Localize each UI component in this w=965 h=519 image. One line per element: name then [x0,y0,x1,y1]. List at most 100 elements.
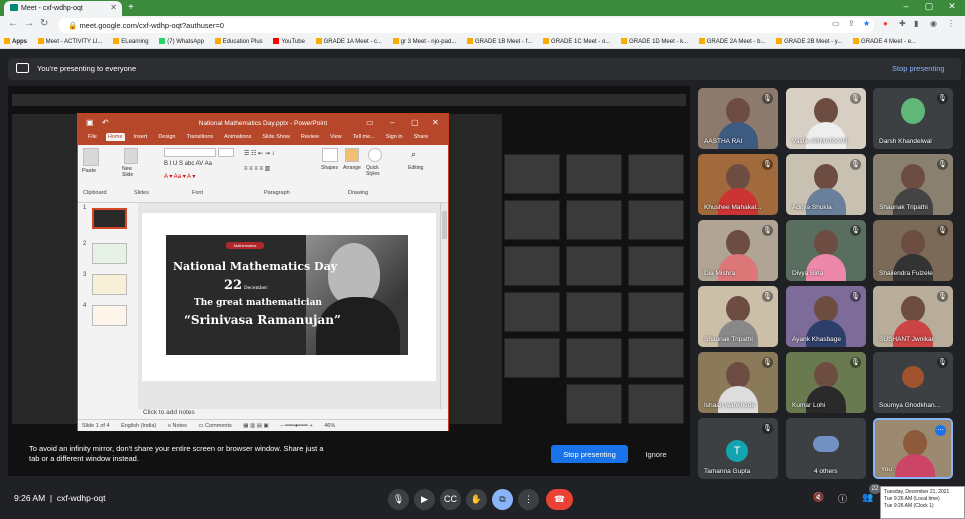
end-call-icon[interactable]: ☎ [546,489,573,510]
profile-icon[interactable]: ◉ [930,19,937,28]
bookmark-item[interactable]: GRADE 2A Meet - b... [698,38,765,45]
more-options-icon[interactable]: ⋯ [935,425,946,436]
find-icon[interactable]: ⌕ [411,149,416,160]
info-icon[interactable]: ⓘ [838,492,847,505]
paragraph-buttons[interactable]: ☰ ☷ ⇤ ⇥ ↕ [244,150,274,157]
participant-tile[interactable]: 🎙 Dia Mishra [698,220,778,281]
tab-home[interactable]: Home [105,133,125,141]
bookmark-item[interactable]: GRADE 1A Meet - c... [315,38,382,45]
new-tab-button[interactable]: + [128,2,134,13]
more-icon[interactable]: ⋮ [518,489,539,510]
undo-icon[interactable]: ↶ [102,118,109,127]
save-icon[interactable]: ▣ [86,118,94,127]
paste-icon[interactable] [83,148,99,166]
sign-in[interactable]: Sign in [384,133,405,141]
bookmark-item[interactable]: GRADE 1C Meet - o... [543,38,610,45]
ppt-maximize-icon[interactable]: ▢ [411,118,419,127]
ppt-minimize-icon[interactable]: – [390,118,394,127]
view-buttons[interactable]: ▦ ▥ ▤ ▣ [243,423,268,429]
zoom-slider[interactable]: – ━━━●━━━ + [280,423,313,429]
bookmark-item[interactable]: ELearning [113,38,149,45]
tab-transitions[interactable]: Transitions [184,133,215,141]
slide-thumbnail-3[interactable] [92,274,127,295]
maximize-icon[interactable]: ▢ [918,1,940,12]
reload-icon[interactable]: ↻ [40,18,48,29]
tab-animations[interactable]: Animations [222,133,253,141]
bookmark-item[interactable]: GRADE 1D Meet - k... [621,38,688,45]
slide-thumbnail-2[interactable] [92,243,127,264]
others-tile[interactable]: 4 others [786,418,866,479]
forward-icon[interactable]: → [24,18,34,29]
ppt-close-icon[interactable]: ✕ [432,118,439,127]
meeting-code[interactable]: cxf-wdhp-oqt [57,493,106,503]
camera-icon[interactable]: ▭ [832,19,840,28]
sidebar-icon[interactable]: ▮ [914,19,918,28]
window-close-icon[interactable]: ✕ [941,1,963,12]
mic-icon[interactable]: 🎙 [388,489,409,510]
notes-pane[interactable]: Click to add notes [138,409,440,419]
font-name-select[interactable] [164,148,216,157]
zoom-level[interactable]: 46% [324,423,335,429]
participant-tile[interactable]: 🎙 AASTHA RAI [698,88,778,149]
slide-thumbnail-4[interactable] [92,305,127,326]
captions-icon[interactable]: CC [440,489,461,510]
notes-button[interactable]: ≡ Notes [168,423,187,429]
minimize-icon[interactable]: – [895,1,917,11]
current-slide[interactable]: Mathematics National Mathematics Day 22 … [142,213,436,381]
browser-tab[interactable]: Meet - cxf-wdhp-oqt ✕ [4,1,122,16]
self-tile[interactable]: ⋯ You [873,418,953,479]
extension-icon[interactable]: ● [883,19,888,28]
stop-presenting-link[interactable]: Stop presenting [892,64,945,73]
align-buttons[interactable]: ≡ ≡ ≡ ≡ ▥ [244,165,270,172]
language[interactable]: English (India) [121,423,156,429]
participant-tile[interactable]: 🎙 Shaunak Tripathi [698,286,778,347]
share-page-icon[interactable]: ⇪ [848,19,855,28]
bookmark-item[interactable]: gr 3 Meet - njo-pad... [392,38,456,45]
participant-tile[interactable]: 🎙 Kumar Lohi [786,352,866,413]
tab-file[interactable]: File [86,133,99,141]
bookmark-star-icon[interactable]: ★ [863,19,870,28]
participant-tile[interactable]: T 🎙 Tamanna Gupta [698,418,778,479]
participant-tile[interactable]: 🎙 Darsh Khandelwal [873,88,953,149]
participant-tile[interactable]: 🎙 Shaunak Tripathi [873,154,953,215]
scrollbar-thumb[interactable] [442,211,447,239]
participant-tile[interactable]: 🎙 Aditya Shukla [786,154,866,215]
participant-tile[interactable]: 🎙 Khushee Mahakal... [698,154,778,215]
bookmark-item[interactable]: Meet - ACTIVITY LI... [37,38,103,45]
bookmark-item[interactable]: GRADE 2B Meet - y... [776,38,842,45]
slide-thumbnail-1[interactable] [92,208,127,229]
tab-view[interactable]: View [328,133,344,141]
tab-design[interactable]: Design [156,133,177,141]
font-size-select[interactable] [218,148,234,157]
arrange-icon[interactable] [345,148,359,162]
raise-hand-icon[interactable]: ✋ [466,489,487,510]
tell-me[interactable]: Tell me... [351,133,377,141]
comments-button[interactable]: ▭ Comments [198,423,231,429]
bookmark-item[interactable]: GRADE 4 Meet - e... [853,38,916,45]
stop-presenting-button[interactable]: Stop presenting [551,445,628,463]
tab-close-icon[interactable]: ✕ [110,3,117,12]
participant-tile[interactable]: 🎙 SUSHANT Jwnikar [873,286,953,347]
participant-tile[interactable]: 🎙 Shailendra Fulzele [873,220,953,281]
bookmark-item[interactable]: YouTube [273,38,305,45]
mute-all-icon[interactable]: 🔇 [813,492,824,503]
participant-tile[interactable]: 🎙 Ayank Khasbage [786,286,866,347]
ribbon-display-icon[interactable]: ▭ [366,118,374,127]
bookmark-item[interactable]: Apps [4,38,27,45]
shapes-icon[interactable] [322,148,338,162]
share-button[interactable]: Share [412,133,431,141]
ignore-button[interactable]: Ignore [636,445,676,463]
new-slide-icon[interactable] [124,148,138,164]
chrome-menu-icon[interactable]: ⋮ [947,19,955,28]
tab-slide-show[interactable]: Slide Show [260,133,292,141]
tab-review[interactable]: Review [299,133,321,141]
bookmark-item[interactable]: (7) WhatsApp [159,38,204,45]
tab-insert[interactable]: Insert [132,133,150,141]
slide-scrollbar[interactable] [440,203,448,409]
back-icon[interactable]: ← [8,18,18,29]
url-field[interactable]: 🔒 meet.google.com/cxf-wdhp-oqt?authuser=… [58,18,874,33]
font-format-buttons[interactable]: B I U S abc AV Aa [164,161,212,167]
participant-tile[interactable]: 🎙 Ishaan wankhede [698,352,778,413]
font-color-button[interactable]: A ▾ Aa ▾ A ▾ [164,173,195,180]
participant-tile[interactable]: 🎙 Divya Birla [786,220,866,281]
